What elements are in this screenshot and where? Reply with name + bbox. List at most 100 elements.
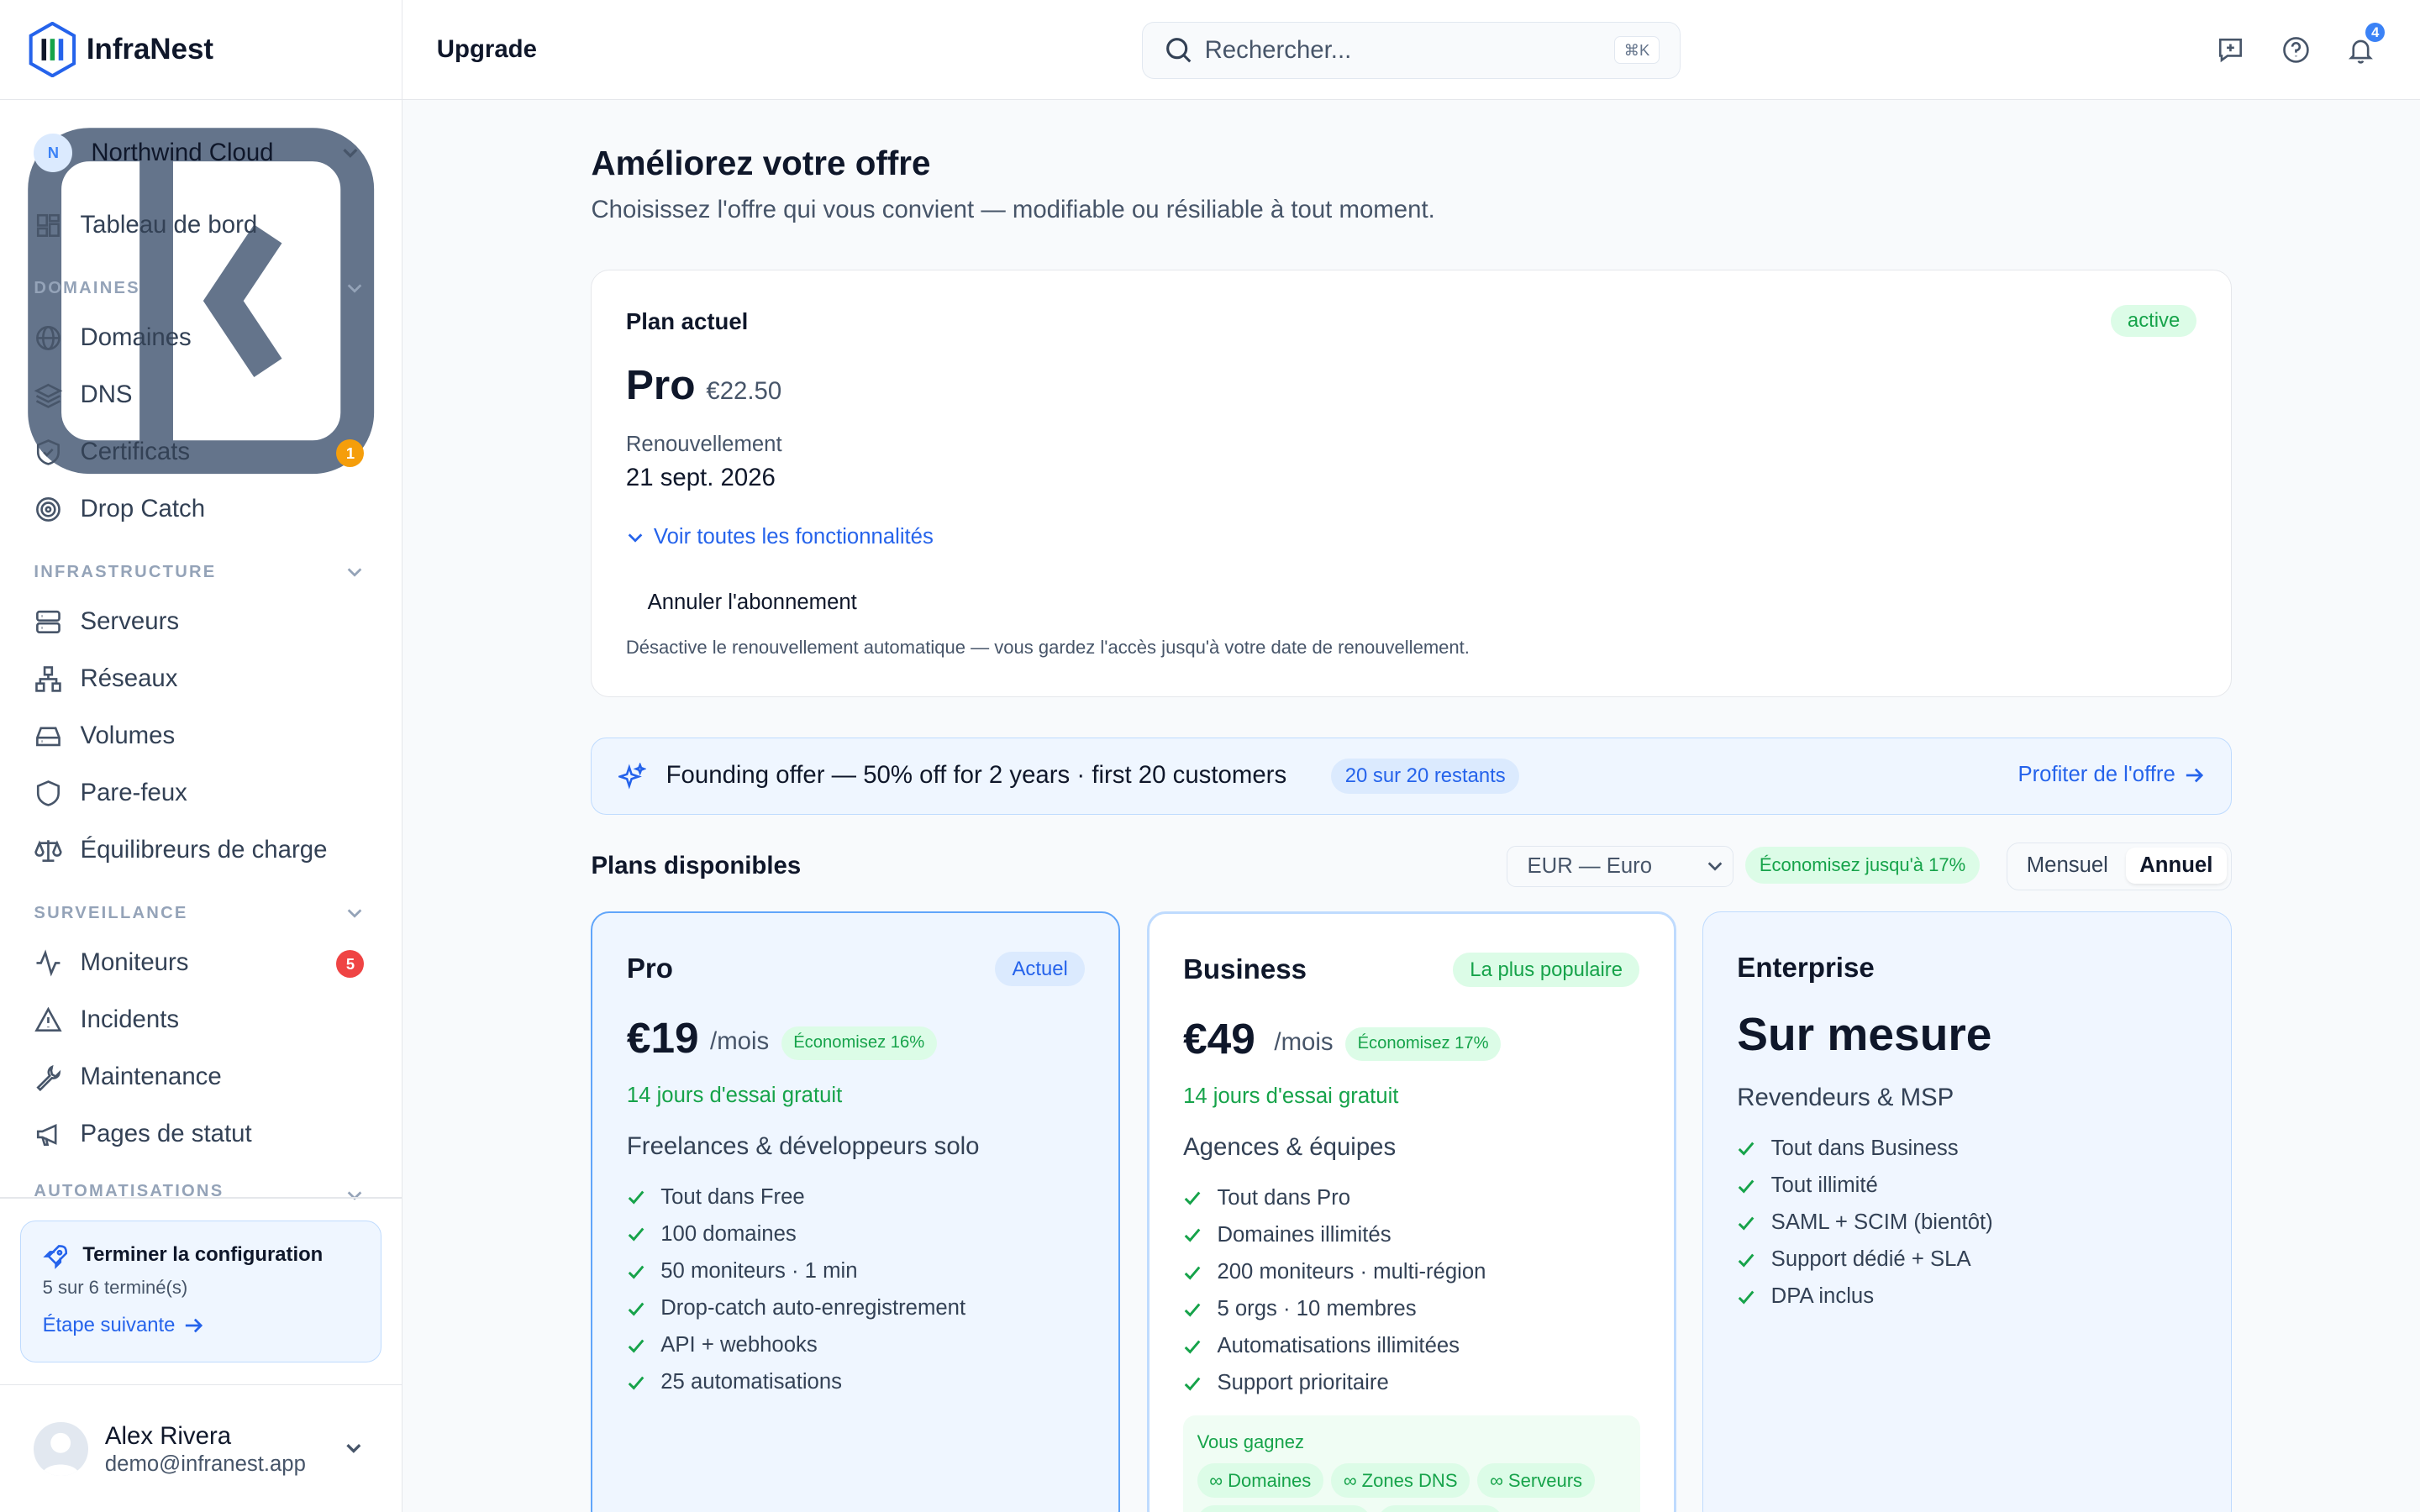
sidebar-item-label: Domaines: [80, 323, 192, 352]
sidebar-item-dns[interactable]: DNS: [34, 372, 370, 418]
wrench-icon: [36, 1064, 61, 1091]
feedback-icon[interactable]: [2216, 35, 2245, 65]
setup-progress-card[interactable]: Terminer la configuration 5 sur 6 termin…: [19, 1220, 381, 1362]
chevron-down-icon: [346, 1443, 361, 1453]
next-step-link[interactable]: Étape suivante: [43, 1314, 203, 1337]
claim-offer-link[interactable]: Profiter de l'offre: [2018, 763, 2203, 787]
plan-feature: Automatisations illimitées: [1183, 1328, 1486, 1365]
renewal-date: 21 sept. 2026: [625, 464, 776, 491]
megaphone-icon: [37, 1123, 57, 1146]
sidebar-item-maintenance[interactable]: Maintenance: [34, 1053, 370, 1100]
plan-feature: API + webhooks: [627, 1327, 965, 1364]
sidebar-item-label: Pages de statut: [80, 1119, 252, 1147]
sidebar-item-incidents[interactable]: Incidents: [34, 997, 370, 1043]
chevron-down-icon: [348, 909, 362, 918]
plan-price: €49: [1183, 1014, 1255, 1063]
plan-features: Tout dans Pro Domaines illimités 200 mon…: [1183, 1179, 1486, 1401]
plan-card-pro[interactable]: Pro Actuel €19 /mois Économisez 16% 14 j…: [591, 911, 1121, 1512]
currency-select[interactable]: EUR — Euro: [1506, 845, 1733, 888]
sidebar-item-monitors[interactable]: Moniteurs 5: [34, 940, 370, 986]
plan-feature: 5 orgs · 10 membres: [1183, 1291, 1486, 1328]
plan-price: €19: [626, 1013, 699, 1063]
cancel-subscription-button[interactable]: Annuler l'abonnement: [626, 582, 879, 622]
sidebar-item-load-balancers[interactable]: Équilibreurs de charge: [34, 827, 370, 873]
layers-icon: [34, 383, 63, 408]
plan-feature: Support prioritaire: [1183, 1365, 1486, 1402]
founding-offer-banner: Founding offer — 50% off for 2 years · f…: [591, 737, 2232, 815]
gain-chip: ∞ Domaines: [1197, 1463, 1323, 1498]
chevron-down-icon: [628, 533, 643, 543]
activity-icon: [36, 948, 60, 977]
section-infrastructure[interactable]: INFRASTRUCTURE: [34, 560, 370, 585]
sidebar-item-label: Serveurs: [80, 607, 180, 636]
target-icon: [36, 496, 61, 522]
sidebar-item-domains[interactable]: Domaines: [34, 315, 370, 361]
plan-feature: Tout dans Free: [627, 1179, 965, 1215]
plan-name: Business: [1183, 954, 1307, 986]
sidebar-item-volumes[interactable]: Volumes: [34, 713, 370, 759]
check-icon: [628, 1302, 644, 1316]
check-icon: [1184, 1192, 1201, 1206]
sidebar-item-label: Certificats: [80, 438, 191, 466]
offer-text: Founding offer — 50% off for 2 years · f…: [666, 761, 1287, 790]
sidebar-item-firewalls[interactable]: Pare-feux: [34, 770, 370, 816]
claim-offer-label: Profiter de l'offre: [2018, 763, 2175, 787]
gain-chip: ∞ Moniteurs: [1378, 1504, 1503, 1512]
sidebar-item-dashboard[interactable]: Tableau de bord: [34, 202, 370, 249]
check-icon: [1738, 1253, 1754, 1268]
org-switcher[interactable]: N Northwind Cloud: [34, 133, 370, 173]
view-features-toggle[interactable]: Voir toutes les fonctionnalités: [626, 525, 934, 549]
plan-features: Tout dans Business Tout illimité SAML + …: [1737, 1130, 1993, 1315]
user-name: Alex Rivera: [104, 1421, 232, 1450]
sidebar-item-label: Drop Catch: [80, 495, 206, 523]
status-badge: active: [2110, 304, 2197, 338]
sidebar-item-certificates[interactable]: Certificats 1: [34, 429, 370, 475]
search-placeholder: Rechercher...: [1204, 35, 1352, 64]
plan-card-enterprise[interactable]: Enterprise Sur mesure Revendeurs & MSP T…: [1702, 911, 2232, 1512]
billing-period-toggle[interactable]: Mensuel Annuel: [2006, 842, 2232, 890]
current-plan-price: €22.50: [706, 377, 782, 406]
sidebar-item-servers[interactable]: Serveurs: [34, 599, 370, 645]
sidebar-item-label: Maintenance: [80, 1063, 222, 1090]
cancel-description: Désactive le renouvellement automatique …: [625, 636, 1470, 658]
server-icon: [36, 610, 61, 633]
sidebar: InfraNest N Northwind Cloud Tableau de b…: [0, 0, 403, 1512]
arrow-right-icon: [186, 1318, 203, 1333]
search-shortcut: ⌘K: [1613, 36, 1660, 65]
plan-price: Sur mesure: [1737, 1007, 1992, 1060]
plan-feature: SAML + SCIM (bientôt): [1737, 1205, 1993, 1242]
sidebar-item-label: Moniteurs: [80, 948, 189, 977]
plan-features: Tout dans Free 100 domaines 50 moniteurs…: [627, 1179, 965, 1400]
plan-trial: 14 jours d'essai gratuit: [1183, 1084, 1399, 1108]
section-domains[interactable]: DOMAINES: [34, 276, 370, 301]
help-icon[interactable]: [2281, 35, 2311, 65]
plan-feature: Tout illimité: [1737, 1168, 1992, 1205]
check-icon: [1184, 1229, 1201, 1243]
chevron-down-icon: [343, 148, 358, 158]
user-menu[interactable]: Alex Rivera demo@infranest.app: [0, 1383, 403, 1512]
brand[interactable]: InfraNest: [0, 0, 402, 101]
scale-icon: [34, 839, 62, 862]
plan-card-business[interactable]: Business La plus populaire €49 /mois Éco…: [1146, 911, 1676, 1512]
sidebar-item-networks[interactable]: Réseaux: [34, 656, 370, 702]
billing-monthly-option[interactable]: Mensuel: [2012, 848, 2123, 883]
plan-name: Pro: [626, 953, 673, 985]
search-input[interactable]: Rechercher... ⌘K: [1142, 21, 1681, 79]
plan-feature: 50 moniteurs · 1 min: [627, 1253, 965, 1290]
sidebar-item-drop-catch[interactable]: Drop Catch: [34, 486, 370, 533]
plan-feature: Drop-catch auto-enregistrement: [627, 1290, 965, 1327]
billing-annual-option[interactable]: Annuel: [2126, 848, 2227, 884]
plan-trial: 14 jours d'essai gratuit: [626, 1083, 843, 1107]
current-plan-label: Plan actuel: [625, 307, 749, 334]
org-avatar: N: [34, 133, 73, 172]
page-title: Améliorez votre offre: [591, 143, 931, 182]
plan-audience: Revendeurs & MSP: [1737, 1084, 1954, 1112]
chevron-down-icon: [348, 568, 362, 578]
renewal-label: Renouvellement: [625, 433, 782, 457]
network-icon: [35, 665, 62, 692]
page-title-topbar: Upgrade: [436, 35, 537, 64]
section-monitoring[interactable]: SURVEILLANCE: [34, 901, 370, 926]
sidebar-item-status-pages[interactable]: Pages de statut: [34, 1110, 370, 1157]
certificates-count-badge: 1: [336, 439, 365, 468]
check-icon: [1738, 1142, 1754, 1157]
